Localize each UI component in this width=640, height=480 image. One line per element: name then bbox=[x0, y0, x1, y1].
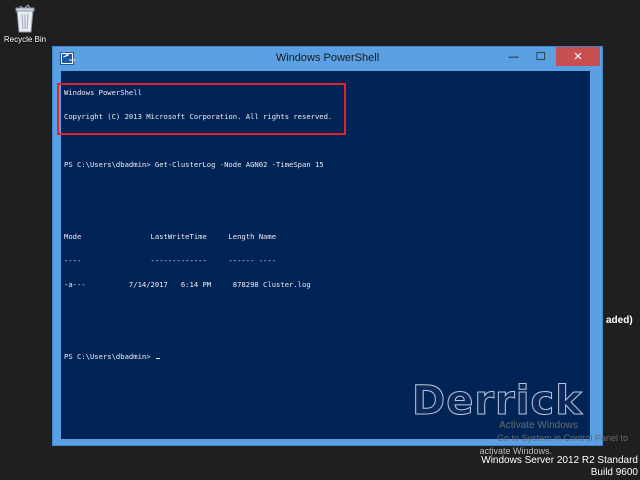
derrick-logo-overlay: Derrick bbox=[412, 378, 583, 425]
recycle-bin-shortcut[interactable]: Recycle Bin bbox=[2, 4, 48, 45]
console-table-row: -a--- 7/14/2017 6:14 PM 878298 Cluster.l… bbox=[64, 280, 311, 289]
maximize-icon: ☐ bbox=[535, 50, 546, 63]
os-build-text: Build 9600 bbox=[590, 467, 638, 478]
console-prompt: PS C:\Users\dbadmin> bbox=[64, 352, 155, 361]
close-icon: ✕ bbox=[573, 50, 583, 63]
window-titlebar[interactable]: >_ Windows PowerShell — ☐ ✕ bbox=[53, 47, 602, 71]
close-button[interactable]: ✕ bbox=[556, 47, 600, 66]
console-scrollbar[interactable] bbox=[591, 71, 598, 439]
minimize-button[interactable]: — bbox=[500, 47, 527, 66]
console-table-underline: ---- ------------- ------ ---- bbox=[64, 256, 277, 265]
text-cursor bbox=[155, 358, 160, 359]
console-command-line: PS C:\Users\dbadmin> Get-ClusterLog -Nod… bbox=[64, 160, 324, 169]
recycle-bin-icon bbox=[15, 4, 35, 33]
console-table-header: Mode LastWriteTime Length Name bbox=[64, 232, 277, 241]
activation-watermark-instruction: Go to System in Control Panel to bbox=[496, 433, 628, 443]
minimize-icon: — bbox=[508, 50, 519, 63]
recycle-bin-label: Recycle Bin bbox=[3, 35, 47, 44]
background-text-fragment: aded) bbox=[606, 315, 633, 326]
highlight-annotation-box bbox=[57, 83, 346, 135]
console-prompt-line[interactable]: PS C:\Users\dbadmin> bbox=[64, 353, 587, 361]
maximize-button[interactable]: ☐ bbox=[527, 47, 554, 66]
os-edition-text: Windows Server 2012 R2 Standard bbox=[481, 455, 638, 466]
